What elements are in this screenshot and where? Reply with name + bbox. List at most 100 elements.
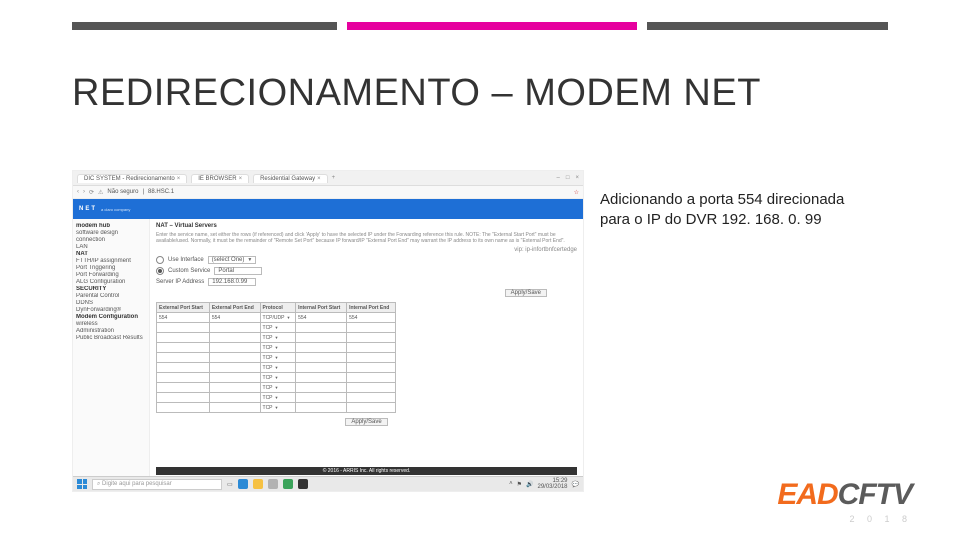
new-tab-button[interactable]: +: [332, 175, 336, 181]
table-cell[interactable]: [347, 363, 396, 373]
table-cell[interactable]: [296, 333, 347, 343]
sidebar-item[interactable]: modem hub: [76, 223, 146, 229]
table-cell[interactable]: [209, 333, 260, 343]
protocol-cell[interactable]: TCP▼: [260, 403, 296, 413]
taskbar-app-icon[interactable]: [298, 479, 308, 489]
table-cell[interactable]: [347, 403, 396, 413]
table-cell[interactable]: 554: [347, 313, 396, 323]
sidebar-item[interactable]: Modem Configuration: [76, 314, 146, 320]
sidebar-item[interactable]: connection: [76, 237, 146, 243]
minimize-icon[interactable]: –: [557, 175, 560, 181]
sidebar-item[interactable]: Administration: [76, 328, 146, 334]
protocol-cell[interactable]: TCP▼: [260, 323, 296, 333]
radio-icon[interactable]: [156, 256, 164, 264]
maximize-icon[interactable]: □: [566, 175, 570, 181]
table-cell[interactable]: [209, 373, 260, 383]
table-cell[interactable]: [209, 343, 260, 353]
table-cell[interactable]: [296, 373, 347, 383]
browser-tab[interactable]: DIC SYSTEM - Redirecionamento ×: [77, 174, 187, 183]
table-cell[interactable]: [209, 393, 260, 403]
notification-icon[interactable]: 💬: [572, 481, 579, 488]
protocol-cell[interactable]: TCP▼: [260, 343, 296, 353]
table-cell[interactable]: [347, 393, 396, 403]
table-cell[interactable]: [157, 393, 210, 403]
table-cell[interactable]: [209, 353, 260, 363]
reload-icon[interactable]: ⟳: [89, 189, 94, 196]
table-cell[interactable]: [157, 383, 210, 393]
taskbar-app-icon[interactable]: [238, 479, 248, 489]
table-cell[interactable]: [296, 343, 347, 353]
table-cell[interactable]: [347, 373, 396, 383]
apply-button[interactable]: Apply/Save: [505, 289, 547, 297]
sidebar-item[interactable]: LAN: [76, 244, 146, 250]
back-icon[interactable]: ‹: [77, 189, 79, 195]
table-cell[interactable]: [157, 333, 210, 343]
sidebar-item[interactable]: software design: [76, 230, 146, 236]
sidebar-item[interactable]: Parental Control: [76, 293, 146, 299]
protocol-cell[interactable]: TCP▼: [260, 373, 296, 383]
tray-volume-icon[interactable]: 🔊: [526, 481, 533, 488]
taskbar-clock[interactable]: 15:29 29/03/2018: [537, 478, 567, 490]
table-cell[interactable]: [157, 403, 210, 413]
table-cell[interactable]: [296, 383, 347, 393]
table-cell[interactable]: [157, 323, 210, 333]
table-cell[interactable]: [209, 403, 260, 413]
bookmark-icon[interactable]: ☆: [574, 189, 579, 196]
protocol-cell[interactable]: TCP▼: [260, 353, 296, 363]
interface-select[interactable]: (select One) ▼: [208, 256, 257, 264]
table-cell[interactable]: [296, 393, 347, 403]
protocol-cell[interactable]: TCP▼: [260, 363, 296, 373]
table-cell[interactable]: [209, 363, 260, 373]
table-cell[interactable]: [347, 333, 396, 343]
table-cell[interactable]: [157, 363, 210, 373]
taskbar-app-icon[interactable]: [283, 479, 293, 489]
protocol-cell[interactable]: TCP▼: [260, 333, 296, 343]
forward-icon[interactable]: ›: [83, 189, 85, 195]
taskbar-search[interactable]: ⌕ Digite aqui para pesquisar: [92, 479, 222, 490]
table-cell[interactable]: [347, 353, 396, 363]
sidebar-item[interactable]: ALG Configuration: [76, 279, 146, 285]
taskbar-app-icon[interactable]: [268, 479, 278, 489]
table-cell[interactable]: [209, 323, 260, 333]
table-cell[interactable]: [157, 343, 210, 353]
tray-network-icon[interactable]: ⚑: [517, 481, 522, 488]
protocol-cell[interactable]: TCP▼: [260, 383, 296, 393]
sidebar-item[interactable]: Port Triggering: [76, 265, 146, 271]
table-cell[interactable]: [209, 383, 260, 393]
task-view-icon[interactable]: ▭: [227, 481, 233, 488]
table-cell[interactable]: [347, 323, 396, 333]
table-cell[interactable]: [296, 353, 347, 363]
table-cell[interactable]: [347, 343, 396, 353]
table-cell[interactable]: 554: [296, 313, 347, 323]
browser-tab[interactable]: IE BROWSER ×: [191, 174, 249, 183]
table-cell[interactable]: [296, 323, 347, 333]
table-cell[interactable]: [157, 353, 210, 363]
sidebar-item[interactable]: NAT: [76, 251, 146, 257]
sidebar-item[interactable]: FTTH/IP assignment: [76, 258, 146, 264]
table-cell[interactable]: [347, 383, 396, 393]
close-icon[interactable]: ×: [177, 176, 181, 182]
sidebar-item[interactable]: DynForwarding®: [76, 307, 146, 313]
table-cell[interactable]: 554: [157, 313, 210, 323]
tray-chevron-icon[interactable]: ˄: [509, 481, 513, 487]
sidebar-item[interactable]: Port Forwarding: [76, 272, 146, 278]
protocol-cell[interactable]: TCP/UDP▼: [260, 313, 296, 323]
sidebar-item[interactable]: Public Broadcast Results: [76, 335, 146, 341]
start-button[interactable]: [77, 479, 87, 489]
browser-tab[interactable]: Residential Gateway ×: [253, 174, 328, 183]
close-icon[interactable]: ×: [575, 175, 579, 181]
radio-icon[interactable]: [156, 267, 164, 275]
table-cell[interactable]: [296, 403, 347, 413]
close-icon[interactable]: ×: [317, 176, 321, 182]
table-cell[interactable]: 554: [209, 313, 260, 323]
sidebar-item[interactable]: SECURITY: [76, 286, 146, 292]
table-cell[interactable]: [296, 363, 347, 373]
protocol-cell[interactable]: TCP▼: [260, 393, 296, 403]
table-cell[interactable]: [157, 373, 210, 383]
url-text[interactable]: 88.HSC.1: [148, 189, 174, 195]
apply-button[interactable]: Apply/Save: [345, 418, 387, 426]
sidebar-item[interactable]: DDNS: [76, 300, 146, 306]
server-ip-input[interactable]: 192.168.0.99: [208, 278, 256, 286]
sidebar-item[interactable]: wireless: [76, 321, 146, 327]
custom-service-input[interactable]: Portal: [214, 267, 262, 275]
